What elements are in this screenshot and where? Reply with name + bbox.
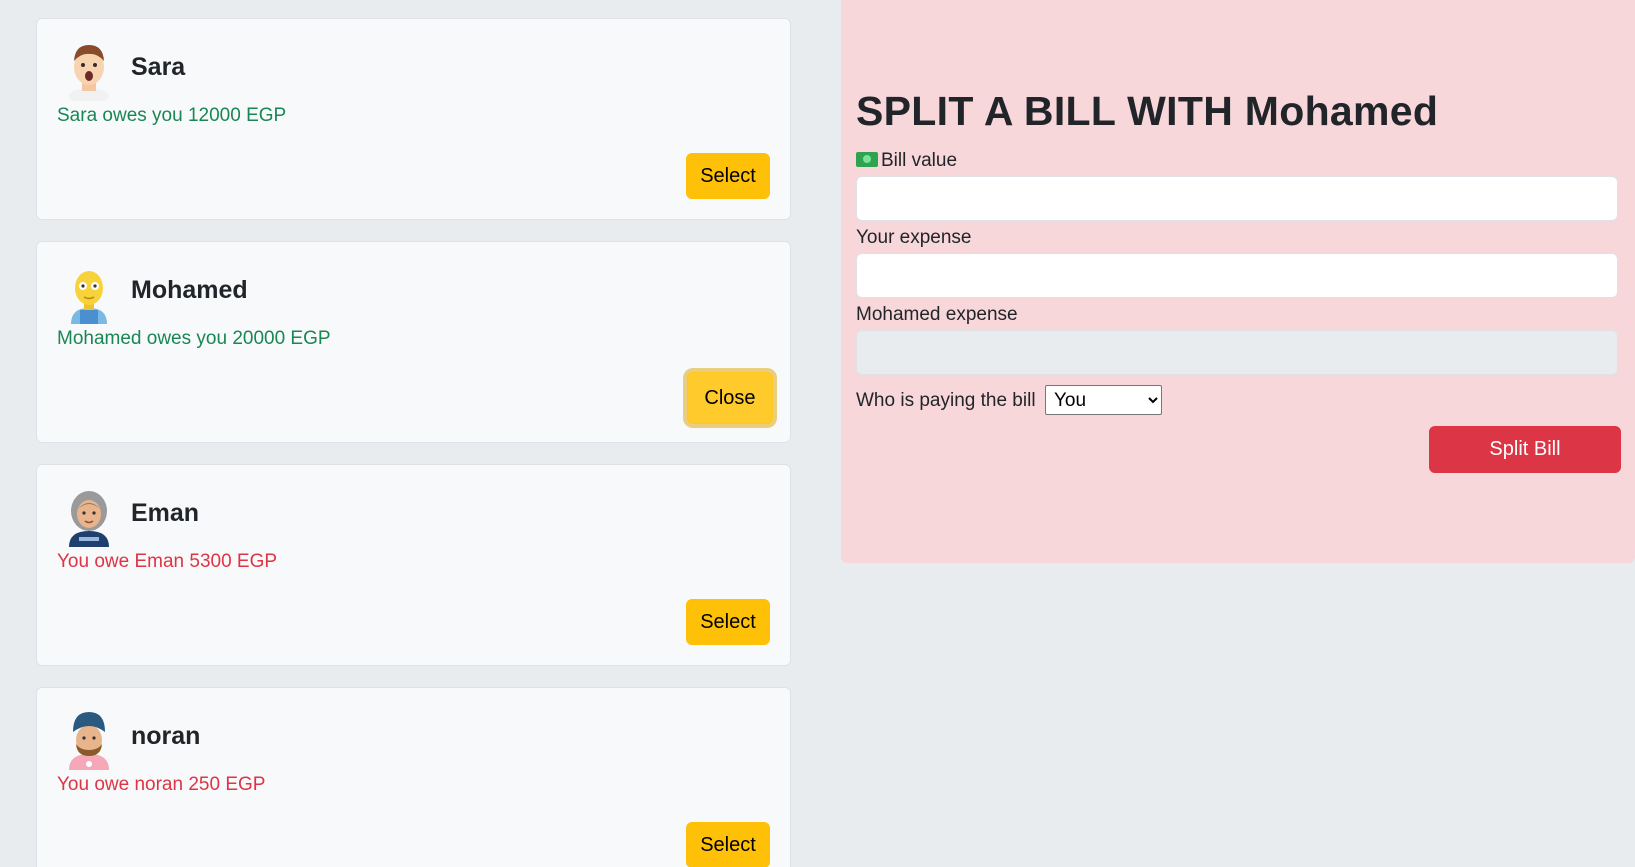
turban-man-avatar-icon — [65, 710, 113, 770]
split-bill-button[interactable]: Split Bill — [1429, 426, 1621, 473]
select-friend-button[interactable]: Select — [686, 153, 770, 199]
bill-value-label-text: Bill value — [881, 150, 958, 171]
friend-name: Mohamed — [131, 276, 248, 304]
bill-value-input[interactable] — [856, 176, 1618, 221]
select-friend-button[interactable]: Select — [686, 822, 770, 867]
bill-value-label: Bill value — [856, 150, 957, 172]
payer-label: Who is paying the bill — [856, 390, 1036, 411]
friend-card-mohamed: Mohamed Mohamed owes you 20000 EGP Close — [36, 241, 791, 443]
split-title: SPLIT A BILL WITH Mohamed — [856, 88, 1439, 134]
split-bill-form: SPLIT A BILL WITH Mohamed Bill value You… — [841, 0, 1635, 563]
friend-name: noran — [131, 722, 201, 750]
friend-balance: Sara owes you 12000 EGP — [57, 105, 287, 126]
money-icon — [856, 152, 878, 167]
your-expense-input[interactable] — [856, 253, 1618, 298]
friend-name: Eman — [131, 499, 200, 527]
payer-select[interactable]: You Mohamed — [1045, 385, 1162, 415]
friend-balance: You owe noran 250 EGP — [57, 774, 266, 795]
man-avatar-icon — [65, 41, 113, 101]
select-friend-button[interactable]: Select — [686, 599, 770, 645]
page: Sara Sara owes you 12000 EGP Select Moha… — [0, 0, 1635, 867]
grandma-avatar-icon — [65, 487, 113, 547]
friend-card-sara: Sara Sara owes you 12000 EGP Select — [36, 18, 791, 220]
friends-list: Sara Sara owes you 12000 EGP Select Moha… — [36, 18, 791, 867]
friend-card-noran: noran You owe noran 250 EGP Select — [36, 687, 791, 867]
friend-expense-input — [856, 330, 1618, 375]
friend-balance: You owe Eman 5300 EGP — [57, 551, 278, 572]
friend-balance: Mohamed owes you 20000 EGP — [57, 328, 331, 349]
friend-name: Sara — [131, 53, 186, 81]
friend-card-eman: Eman You owe Eman 5300 EGP Select — [36, 464, 791, 666]
bald-man-avatar-icon — [65, 264, 113, 324]
friend-expense-label: Mohamed expense — [856, 304, 1018, 325]
close-friend-button[interactable]: Close — [687, 372, 773, 424]
your-expense-label: Your expense — [856, 227, 972, 248]
